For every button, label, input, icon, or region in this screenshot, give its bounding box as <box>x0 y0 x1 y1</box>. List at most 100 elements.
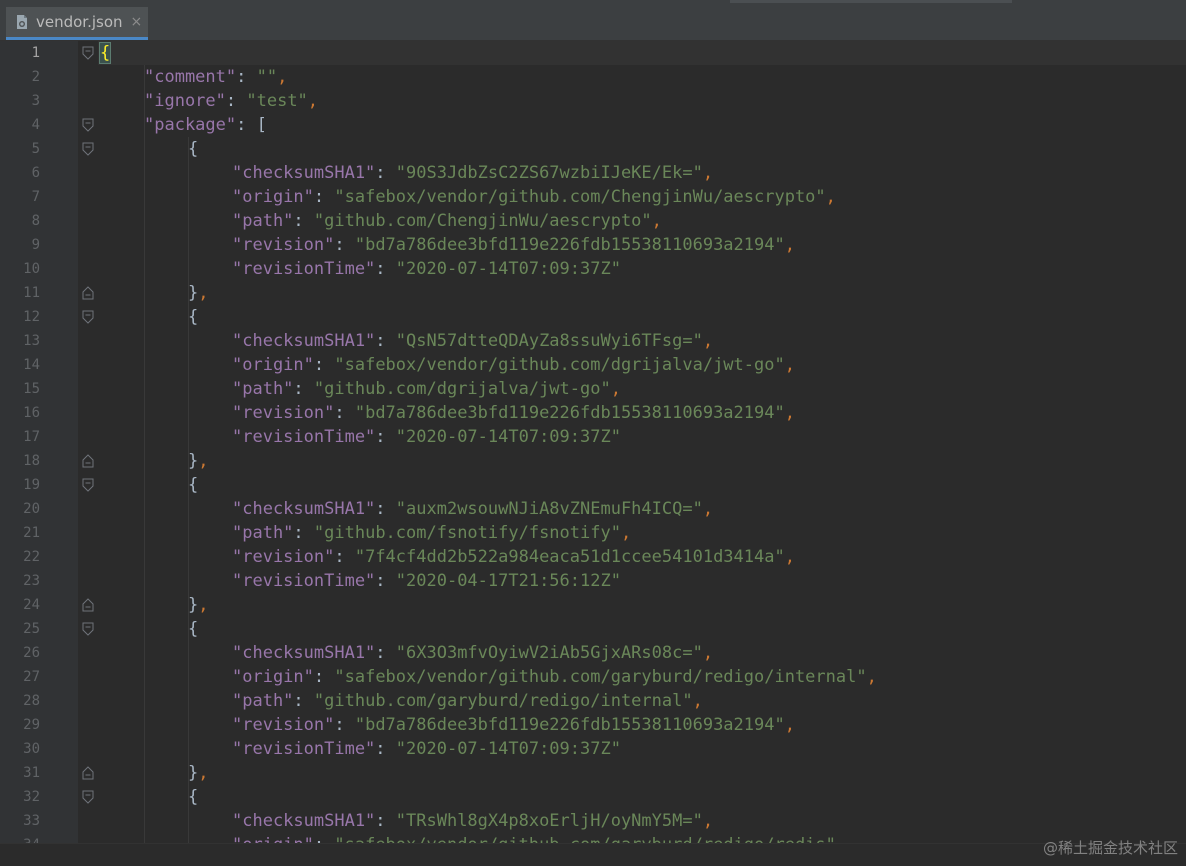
code-token: : [ <box>236 115 267 135</box>
code-token: "7f4cf4dd2b522a984eaca51d1ccee54101d3414… <box>354 547 785 567</box>
code-line[interactable]: { <box>188 473 198 497</box>
code-editor[interactable]: 1 {2 "comment": "", 3 "ignore": "test", 4 "pac… <box>0 41 1186 843</box>
tab-vendor-json[interactable]: vendor.json × <box>6 7 148 40</box>
line-number: 11 <box>23 285 40 301</box>
horizontal-scrollbar[interactable] <box>0 843 1186 866</box>
code-line[interactable]: "checksumSHA1": "TRsWhl8gX4p8xoErljH/oyN… <box>232 809 713 833</box>
tab-close-icon[interactable]: × <box>131 14 143 30</box>
code-line[interactable]: "revisionTime": "2020-04-17T21:56:12Z" <box>232 569 621 593</box>
code-line[interactable]: { <box>98 41 112 65</box>
code-token: , <box>702 331 714 351</box>
json-file-icon <box>14 14 30 30</box>
code-token: "github.com/ChengjinWu/aescrypto" <box>313 211 652 231</box>
code-line[interactable]: "checksumSHA1": "6X3O3mfvOyiwV2iAb5GjxAR… <box>232 641 713 665</box>
code-line[interactable]: "path": "github.com/ChengjinWu/aescrypto… <box>232 209 662 233</box>
code-line[interactable]: "revisionTime": "2020-07-14T07:09:37Z" <box>232 737 621 761</box>
fold-open-icon[interactable] <box>82 790 94 804</box>
code-token: , <box>836 835 846 843</box>
code-line[interactable]: "revisionTime": "2020-07-14T07:09:37Z" <box>232 425 621 449</box>
tab-label: vendor.json <box>36 13 123 31</box>
code-token: : <box>314 835 334 843</box>
line-number: 31 <box>23 765 40 781</box>
code-line[interactable]: { <box>188 785 198 809</box>
code-token: "path" <box>232 379 294 399</box>
code-token: "6X3O3mfvOyiwV2iAb5GjxARs08c=" <box>395 643 703 663</box>
code-line[interactable]: }, <box>188 281 209 305</box>
code-line[interactable]: "revision": "bd7a786dee3bfd119e226fdb155… <box>232 401 795 425</box>
code-line[interactable]: }, <box>188 449 209 473</box>
code-token: : <box>375 811 396 831</box>
code-line[interactable]: "checksumSHA1": "QsN57dtteQDAyZa8ssuWyi6… <box>232 329 713 353</box>
code-line[interactable]: "path": "github.com/dgrijalva/jwt-go", <box>232 377 621 401</box>
current-line-highlight <box>0 41 1186 65</box>
code-token: , <box>307 91 319 111</box>
code-token: , <box>784 547 795 567</box>
code-token: "2020-07-14T07:09:37Z" <box>395 259 621 279</box>
code-token: , <box>198 283 209 303</box>
code-token: , <box>651 211 662 231</box>
code-token: "origin" <box>232 355 314 375</box>
code-token: "path" <box>232 211 294 231</box>
code-line[interactable]: "revisionTime": "2020-07-14T07:09:37Z" <box>232 257 621 281</box>
code-token: : <box>375 571 396 591</box>
line-number: 33 <box>23 813 40 829</box>
code-token: "origin" <box>232 667 314 687</box>
code-line[interactable]: "origin": "safebox/vendor/github.com/gar… <box>232 833 846 843</box>
line-number: 30 <box>23 741 40 757</box>
fold-close-icon[interactable] <box>82 598 94 612</box>
line-number: 2 <box>31 69 40 85</box>
code-line[interactable]: "origin": "safebox/vendor/github.com/dgr… <box>232 353 795 377</box>
code-line[interactable]: }, <box>188 761 209 785</box>
editor-tab-bar: vendor.json × <box>0 0 1186 41</box>
fold-open-icon[interactable] <box>82 142 94 156</box>
code-token: , <box>784 715 795 735</box>
line-number: 32 <box>23 789 40 805</box>
code-token: { <box>188 139 199 159</box>
fold-close-icon[interactable] <box>82 454 94 468</box>
code-token: "TRsWhl8gX4p8xoErljH/oyNmY5M=" <box>395 811 703 831</box>
code-line[interactable]: "comment": "", <box>144 65 287 89</box>
code-token: "ignore" <box>144 91 226 111</box>
code-line[interactable]: "checksumSHA1": "90S3JdbZsC2ZS67wzbiIJeK… <box>232 161 713 185</box>
code-line[interactable]: { <box>188 137 198 161</box>
code-token: : <box>293 691 314 711</box>
code-line[interactable]: "origin": "safebox/vendor/github.com/Che… <box>232 185 836 209</box>
code-token: : <box>375 427 396 447</box>
line-number: 3 <box>31 93 40 109</box>
fold-open-icon[interactable] <box>82 478 94 492</box>
code-line[interactable]: "path": "github.com/fsnotify/fsnotify", <box>232 521 631 545</box>
code-line[interactable]: "path": "github.com/garyburd/redigo/inte… <box>232 689 703 713</box>
line-number: 8 <box>31 213 40 229</box>
code-line[interactable]: { <box>188 617 198 641</box>
code-line[interactable]: "ignore": "test", <box>144 89 318 113</box>
code-line[interactable]: { <box>188 305 198 329</box>
code-token: , <box>784 403 795 423</box>
code-token: "origin" <box>232 835 314 843</box>
fold-open-icon[interactable] <box>82 622 94 636</box>
code-token: "revisionTime" <box>232 571 376 591</box>
code-line[interactable]: "revision": "bd7a786dee3bfd119e226fdb155… <box>232 233 795 257</box>
code-line[interactable]: "revision": "bd7a786dee3bfd119e226fdb155… <box>232 713 795 737</box>
line-number: 9 <box>31 237 40 253</box>
fold-open-icon[interactable] <box>82 46 94 60</box>
code-line[interactable]: }, <box>188 593 209 617</box>
line-number: 18 <box>23 453 40 469</box>
code-line[interactable]: "checksumSHA1": "auxm2wsouwNJiA8vZNEmuFh… <box>232 497 713 521</box>
code-token: : <box>334 715 355 735</box>
code-token: , <box>702 499 714 519</box>
code-token: "2020-07-14T07:09:37Z" <box>395 739 621 759</box>
code-token: : <box>375 643 396 663</box>
code-line[interactable]: "package": [ <box>144 113 267 137</box>
code-token: "github.com/fsnotify/fsnotify" <box>313 523 621 543</box>
fold-close-icon[interactable] <box>82 766 94 780</box>
fold-open-icon[interactable] <box>82 118 94 132</box>
fold-close-icon[interactable] <box>82 286 94 300</box>
code-token: { <box>98 42 112 64</box>
code-line[interactable]: "origin": "safebox/vendor/github.com/gar… <box>232 665 877 689</box>
code-line[interactable]: "revision": "7f4cf4dd2b522a984eaca51d1cc… <box>232 545 795 569</box>
fold-open-icon[interactable] <box>82 310 94 324</box>
line-number: 34 <box>0 833 40 843</box>
code-token: "" <box>256 67 278 87</box>
code-token: "revisionTime" <box>232 739 376 759</box>
code-token: , <box>198 595 209 615</box>
